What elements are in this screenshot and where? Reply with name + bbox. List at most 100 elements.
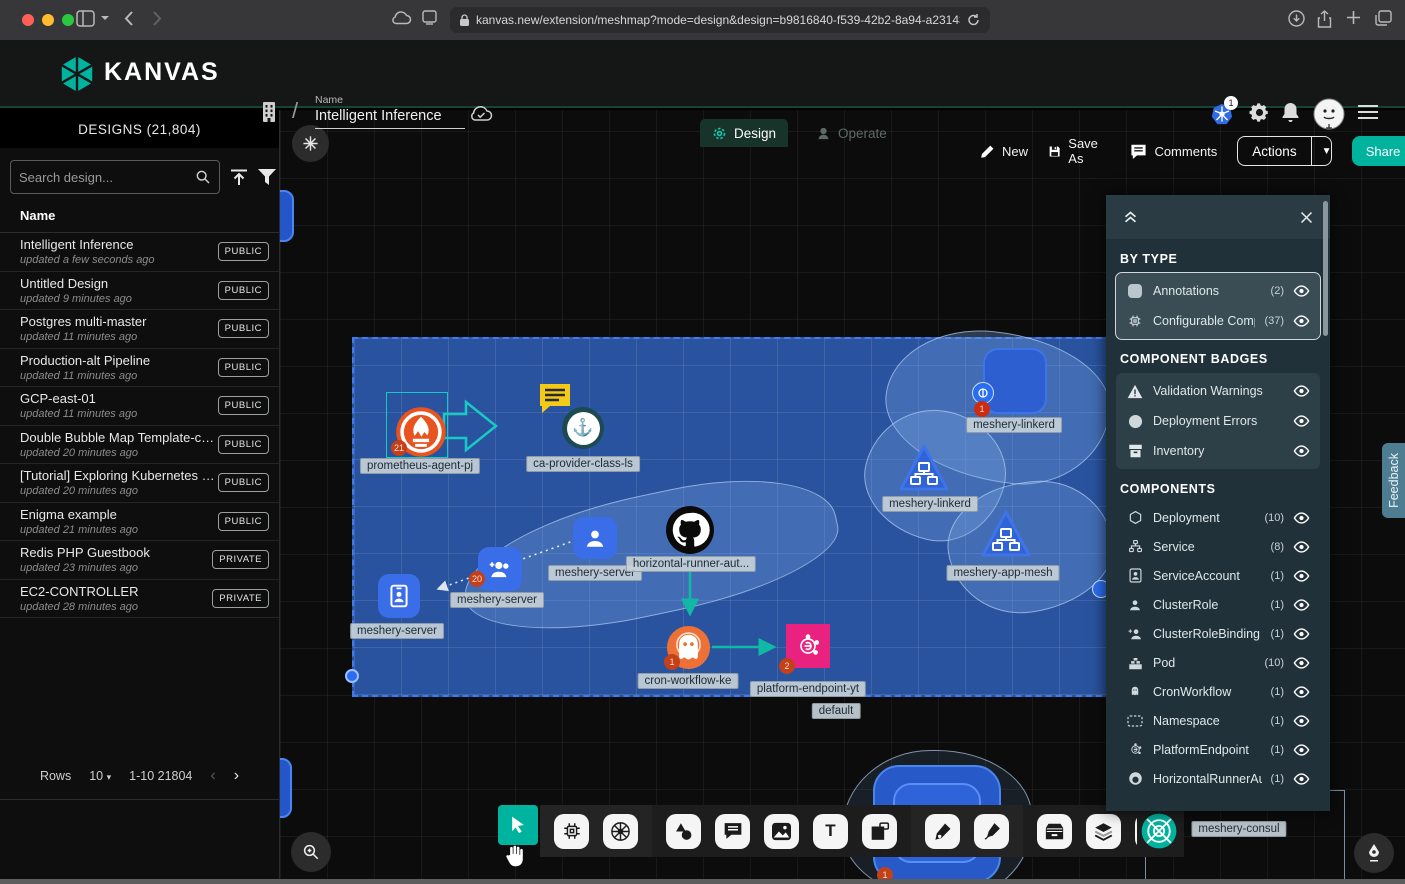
- design-list-item[interactable]: Production-alt Pipelineupdated 11 minute…: [0, 349, 279, 388]
- meshery-linkerd-service-node[interactable]: [898, 443, 950, 493]
- design-list-item[interactable]: Untitled Designupdated 9 minutes agoPUBL…: [0, 272, 279, 311]
- freehand-draw-tool[interactable]: [974, 814, 1009, 849]
- pan-hand-icon[interactable]: [502, 843, 528, 869]
- drawer-tool[interactable]: [1037, 814, 1072, 849]
- design-list-item[interactable]: [Tutorial] Exploring Kubernetes Podupdat…: [0, 464, 279, 503]
- design-list-item[interactable]: Redis PHP Guestbookupdated 23 minutes ag…: [0, 541, 279, 580]
- zoom-button[interactable]: [291, 832, 331, 872]
- ca-provider-node[interactable]: ⚓: [562, 407, 604, 449]
- design-list-item[interactable]: Double Bubble Map Template-copyupdated 2…: [0, 426, 279, 465]
- zoom-window-button[interactable]: [62, 14, 74, 26]
- prev-page-icon[interactable]: ‹: [210, 767, 215, 785]
- eye-icon[interactable]: [1293, 512, 1310, 524]
- selection-handle[interactable]: [345, 669, 359, 683]
- design-list-item[interactable]: EC2-CONTROLLERupdated 28 minutes agoPRIV…: [0, 580, 279, 619]
- panel-row-inventory[interactable]: Inventory: [1116, 436, 1320, 466]
- feedback-tab[interactable]: Feedback: [1382, 443, 1405, 518]
- meshery-linkerd-deployment-node[interactable]: [983, 348, 1047, 414]
- panel-row-namespace[interactable]: Namespace (1): [1116, 706, 1320, 735]
- url-bar[interactable]: kanvas.new/extension/meshmap?mode=design…: [450, 7, 990, 33]
- comment-tool[interactable]: [715, 814, 750, 849]
- horizontal-runner-node[interactable]: [666, 506, 714, 554]
- design-list-item[interactable]: GCP-east-01updated 11 minutes agoPUBLIC: [0, 387, 279, 426]
- eye-icon[interactable]: [1293, 385, 1310, 397]
- panel-row-clusterrole[interactable]: ClusterRole (1): [1116, 590, 1320, 619]
- panel-row-deployment-errors[interactable]: Deployment Errors: [1116, 406, 1320, 436]
- design-search-box[interactable]: [10, 160, 220, 194]
- avatar[interactable]: [1313, 98, 1345, 130]
- cloud-sync-icon[interactable]: [468, 104, 494, 122]
- kubernetes-tool[interactable]: [603, 814, 638, 849]
- kubernetes-context-icon[interactable]: 1: [1210, 102, 1234, 126]
- actions-button[interactable]: Actions▼: [1237, 136, 1331, 166]
- meshery-logo-button[interactable]: [1137, 805, 1181, 857]
- hamburger-menu-icon[interactable]: [1358, 104, 1378, 120]
- close-window-button[interactable]: [22, 14, 34, 26]
- meshery-server-clusterrolebinding-node[interactable]: [478, 547, 522, 591]
- comment-annotation-icon[interactable]: [538, 382, 572, 414]
- eye-icon[interactable]: [1293, 415, 1310, 427]
- design-list-item[interactable]: Intelligent Inferenceupdated a few secon…: [0, 233, 279, 272]
- meshery-server-serviceaccount-node[interactable]: [378, 574, 420, 618]
- organization-icon[interactable]: [258, 100, 280, 124]
- comments-button[interactable]: Comments: [1130, 144, 1217, 159]
- panel-row-cronworkflow[interactable]: CronWorkflow (1): [1116, 677, 1320, 706]
- settings-gear-icon[interactable]: [1249, 102, 1270, 123]
- eye-icon[interactable]: [1293, 773, 1310, 785]
- shapes-tool[interactable]: [666, 814, 701, 849]
- panel-row-annotations[interactable]: Annotations (2): [1116, 276, 1320, 306]
- minimize-window-button[interactable]: [42, 14, 54, 26]
- notifications-bell-icon[interactable]: [1281, 102, 1300, 123]
- import-design-icon[interactable]: [230, 169, 248, 186]
- eye-icon[interactable]: [1293, 744, 1310, 756]
- tab-operate[interactable]: Operate: [804, 119, 899, 147]
- eye-icon[interactable]: [1293, 686, 1310, 698]
- text-tool[interactable]: T: [813, 814, 848, 849]
- eye-icon[interactable]: [1293, 285, 1310, 297]
- meshery-server-clusterrole-node[interactable]: [573, 517, 617, 559]
- next-page-icon[interactable]: ›: [234, 767, 239, 785]
- layers-tool[interactable]: [1086, 814, 1121, 849]
- filter-icon[interactable]: [258, 169, 276, 185]
- eye-icon[interactable]: [1293, 715, 1310, 727]
- close-panel-icon[interactable]: [1299, 210, 1314, 225]
- arrow-shape[interactable]: [442, 398, 500, 454]
- share-icon[interactable]: [1317, 10, 1332, 28]
- back-icon[interactable]: [124, 10, 134, 27]
- search-input[interactable]: [19, 170, 195, 185]
- eye-icon[interactable]: [1293, 628, 1310, 640]
- sticky-note-tool[interactable]: [862, 814, 897, 849]
- eye-icon[interactable]: [1293, 599, 1310, 611]
- panel-row-service[interactable]: Service (8): [1116, 532, 1320, 561]
- panel-row-pod[interactable]: Pod (10): [1116, 648, 1320, 677]
- collapse-panel-icon[interactable]: [1122, 209, 1139, 226]
- panel-scrollbar[interactable]: [1323, 201, 1328, 336]
- chevron-down-icon[interactable]: [100, 15, 110, 22]
- cloud-icon[interactable]: [390, 10, 412, 25]
- eye-icon[interactable]: [1293, 570, 1310, 582]
- reload-icon[interactable]: [967, 13, 980, 27]
- design-name-input[interactable]: [315, 108, 465, 129]
- eye-icon[interactable]: [1293, 657, 1310, 669]
- sidebar-toggle-icon[interactable]: [76, 10, 95, 27]
- meshery-app-mesh-service-node[interactable]: [980, 509, 1032, 559]
- eye-icon[interactable]: [1293, 541, 1310, 553]
- forward-icon[interactable]: [152, 10, 162, 27]
- tab-overview-icon[interactable]: [1375, 10, 1392, 26]
- reader-icon[interactable]: [422, 10, 437, 26]
- panel-row-validation-warnings[interactable]: Validation Warnings: [1116, 376, 1320, 406]
- downloads-icon[interactable]: [1288, 10, 1305, 27]
- select-tool-button[interactable]: [498, 805, 538, 845]
- design-list-item[interactable]: Postgres multi-masterupdated 11 minutes …: [0, 310, 279, 349]
- rows-per-page-select[interactable]: 10 ▾: [89, 769, 111, 783]
- snowflake-button[interactable]: [292, 125, 329, 162]
- image-tool[interactable]: [764, 814, 799, 849]
- tab-design[interactable]: Design: [700, 119, 788, 147]
- panel-row-configurable-components[interactable]: Configurable Compon… (37): [1116, 306, 1320, 336]
- panel-row-horizontalrunnerautoscaler[interactable]: HorizontalRunnerAutos… (1): [1116, 764, 1320, 793]
- share-button[interactable]: Share: [1352, 136, 1405, 166]
- eye-icon[interactable]: [1293, 445, 1310, 457]
- new-button[interactable]: New: [980, 144, 1028, 159]
- eye-icon[interactable]: [1293, 315, 1310, 327]
- pen-mode-button[interactable]: [1354, 833, 1394, 873]
